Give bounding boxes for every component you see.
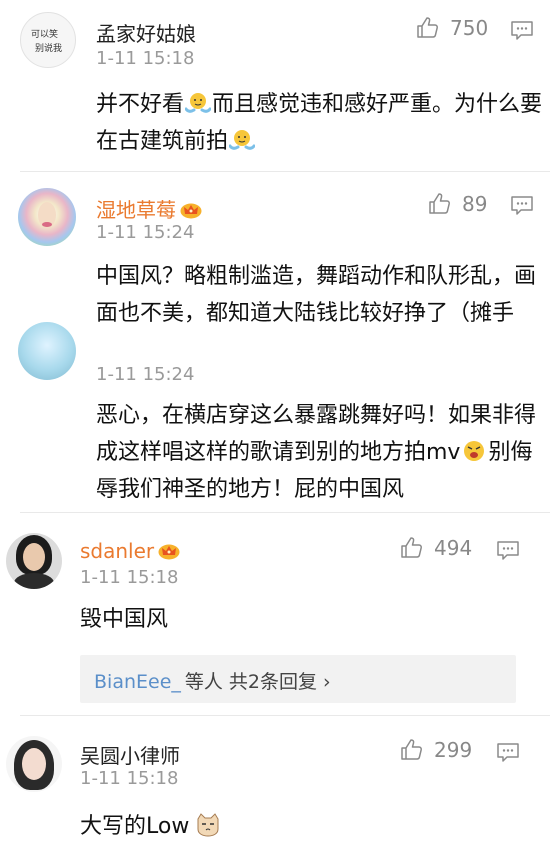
comment-text: 中国风？略粗制滥造，舞蹈动作和队形乱，画面也不美，都知道大陆钱比较好挣了（摊手 [96,264,537,326]
comment-item: 吴圆小律师 1-11 15:18 299 大写的Low [0,716,550,849]
angry-emoji [461,439,487,463]
avatar-face [23,543,45,571]
avatar[interactable]: 可以笑 别说我 [20,12,76,68]
avatar[interactable] [18,188,76,246]
username[interactable]: 吴圆小律师 [80,740,180,769]
replies-preview[interactable]: BianEee_ 等人 共2条回复 › [80,655,516,703]
shrug-emoji [229,128,255,152]
avatar[interactable] [6,533,62,589]
timestamp: 1-11 15:24 [96,364,195,385]
username[interactable]: 孟家好姑娘 [96,18,196,47]
comment-reply-icon[interactable] [496,540,520,562]
reply-username[interactable]: BianEee_ [94,671,181,693]
comment-reply-icon[interactable] [496,742,520,764]
comment-text-part: 大写的Low [80,814,190,839]
comment-text: 毁中国风 [80,607,169,632]
shrug-emoji [185,91,211,115]
comment-item: sdanler 1-11 15:18 494 毁中国风 BianEee_ 等人 共… [0,513,550,713]
comment-item: 1-11 15:24 恶心，在横店穿这么暴露跳舞好吗！如果非得成这样唱这样的歌请… [0,322,550,512]
comment-item: 湿地草莓 1-11 15:24 89 中国风？略粗制滥造，舞蹈动作和队形乱，画面… [0,172,550,362]
username-text: sdanler [80,539,155,563]
like-count: 299 [434,738,473,762]
username[interactable]: sdanler [80,539,180,563]
reply-count-link[interactable]: 等人 共2条回复 › [185,671,331,693]
comment-text: 恶心，在横店穿这么暴露跳舞好吗！如果非得成这样唱这样的歌请到别的地方拍mv 别侮辱… [96,397,536,508]
crown-vip-icon [180,201,202,219]
avatar-text: 别说我 [35,44,63,54]
comment-text: 并不好看 而且感觉违和感好严重。为什么要在古建筑前拍 [96,86,546,160]
thumbs-up-icon [416,16,440,40]
thumbs-up-icon [400,536,424,560]
avatar-face [22,748,46,780]
timestamp: 1-11 15:18 [80,768,179,789]
timestamp: 1-11 15:24 [96,222,195,243]
thumbs-up-icon [428,192,452,216]
username-text: 湿地草莓 [96,198,176,222]
avatar[interactable] [6,736,62,792]
comment-reply-icon[interactable] [510,20,534,42]
cat-emoji [195,813,221,837]
avatar-text: 可以笑 [31,30,59,40]
avatar-face [42,222,52,227]
timestamp: 1-11 15:18 [80,567,179,588]
comment-reply-icon[interactable] [510,195,534,217]
like-button[interactable]: 494 [400,536,472,560]
avatar-body [14,573,54,589]
comment-text: 大写的Low [80,808,530,845]
comment-item: 可以笑 别说我 孟家好姑娘 1-11 15:18 750 并不好看 而且感觉违和感… [0,0,550,180]
avatar[interactable] [18,322,76,380]
like-count: 494 [434,536,473,560]
like-button[interactable]: 89 [428,192,487,216]
timestamp: 1-11 15:18 [96,48,195,69]
like-button[interactable]: 299 [400,738,472,762]
comment-text-part: 并不好看 [96,92,185,117]
replies-line: BianEee_ 等人 共2条回复 › [94,667,331,694]
crown-vip-icon [158,542,180,560]
thumbs-up-icon [400,738,424,762]
username[interactable]: 湿地草莓 [96,194,202,223]
like-button[interactable]: 750 [416,16,488,40]
like-count: 750 [450,16,489,40]
like-count: 89 [462,192,488,216]
